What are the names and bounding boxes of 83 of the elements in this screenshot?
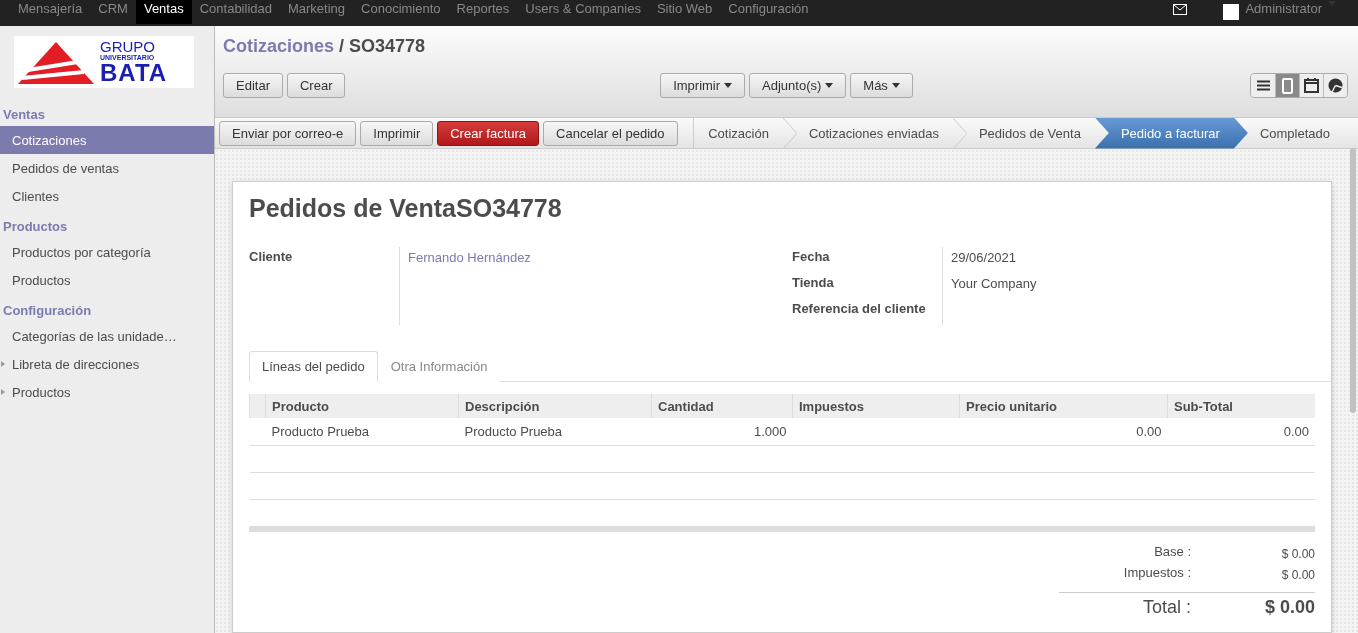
- top-menu-item[interactable]: CRM: [90, 0, 136, 24]
- top-menu-item[interactable]: Reportes: [448, 0, 518, 24]
- sidebar-item[interactable]: Productos: [0, 378, 214, 406]
- field-label: Referencia del cliente: [792, 300, 927, 318]
- top-menu-item[interactable]: Mensajería: [10, 0, 91, 24]
- total-label: Impuestos :: [1122, 564, 1192, 582]
- top-menu-item[interactable]: Configuración: [720, 0, 817, 24]
- top-menu-item[interactable]: Contabilidad: [191, 0, 280, 24]
- sidebar-section-title: Productos: [2, 218, 69, 236]
- user-menu[interactable]: Administrator: [1223, 0, 1336, 20]
- status-stage[interactable]: Cotización: [694, 117, 783, 149]
- top-menu-item[interactable]: Conocimiento: [353, 0, 449, 24]
- dropdown-button[interactable]: Más: [850, 73, 913, 98]
- sidebar-item[interactable]: Cotizaciones: [0, 126, 214, 154]
- status-stage[interactable]: Pedido a facturar: [1094, 117, 1248, 149]
- top-menu-item[interactable]: Ventas: [135, 0, 192, 24]
- total-value: $ 0.00: [1280, 545, 1315, 561]
- view-switch-button[interactable]: [1251, 74, 1275, 97]
- page-icon: [1282, 77, 1293, 94]
- column-header[interactable]: Sub-Total: [1167, 394, 1315, 418]
- status-stage[interactable]: Pedidos de Venta: [952, 117, 1095, 149]
- expand-icon: [1, 389, 5, 395]
- column-header[interactable]: Descripción: [458, 394, 652, 418]
- customer-link[interactable]: Fernando Hernández: [408, 250, 531, 265]
- workflow-button[interactable]: Crear factura: [437, 120, 540, 146]
- action-button[interactable]: Crear: [286, 73, 346, 98]
- field-label: Fecha: [792, 248, 831, 266]
- grand-total-label: Total :: [1141, 596, 1192, 618]
- logo-text: BATA: [100, 61, 168, 85]
- scrollbar[interactable]: [1350, 148, 1356, 413]
- workflow-button[interactable]: Imprimir: [360, 120, 434, 146]
- status-stage[interactable]: Cotizaciones enviadas: [782, 117, 953, 149]
- column-header[interactable]: Cantidad: [651, 394, 793, 418]
- expand-icon: [1, 361, 5, 367]
- dropdown-button[interactable]: Adjunto(s): [749, 73, 847, 98]
- view-switch-button[interactable]: [1275, 74, 1299, 97]
- sidebar-item[interactable]: Productos por categoría: [0, 238, 214, 266]
- breadcrumb-separator: /: [339, 36, 345, 57]
- caret-icon: [891, 83, 900, 88]
- tab[interactable]: Líneas del pedido: [249, 351, 378, 382]
- list-icon: [1256, 80, 1270, 91]
- column-header[interactable]: Impuestos: [792, 394, 960, 418]
- field-label: Cliente: [249, 248, 294, 266]
- table-cell: 0.00: [1136, 423, 1162, 439]
- workflow-button[interactable]: Enviar por correo-e: [219, 120, 357, 146]
- field-value: Your Company: [951, 276, 1037, 291]
- breadcrumb-current: SO34778: [349, 36, 426, 57]
- sidebar-item[interactable]: Clientes: [0, 182, 214, 210]
- workflow-button[interactable]: Cancelar el pedido: [543, 120, 678, 146]
- sidebar-item[interactable]: Categorías de las unidade…: [0, 322, 214, 350]
- total-label: Base :: [1153, 543, 1192, 561]
- calendar-icon: [1304, 78, 1319, 93]
- top-menu-item[interactable]: Users & Companies: [517, 0, 649, 24]
- sidebar-section-title: Configuración: [2, 302, 93, 320]
- action-button[interactable]: Editar: [223, 73, 283, 98]
- sidebar-item[interactable]: Libreta de direcciones: [0, 350, 214, 378]
- breadcrumb-link[interactable]: Cotizaciones: [223, 36, 335, 57]
- dropdown-button[interactable]: Imprimir: [660, 73, 746, 98]
- sidebar-section-title: Ventas: [2, 106, 46, 124]
- field-label: Tienda: [792, 274, 835, 292]
- sidebar-item[interactable]: Productos: [0, 266, 214, 294]
- view-switch-button[interactable]: [1323, 74, 1347, 97]
- top-menu-item[interactable]: Marketing: [279, 0, 354, 24]
- pie-chart-icon: [1328, 78, 1343, 93]
- caret-icon: [724, 83, 733, 88]
- column-header[interactable]: Precio unitario: [959, 394, 1168, 418]
- table-cell: Producto Prueba: [271, 423, 370, 439]
- logo-text: GRUPO: [100, 39, 156, 54]
- table-cell: 1.000: [753, 423, 787, 439]
- logo-triangle-icon: [18, 40, 94, 84]
- view-switch-button[interactable]: [1299, 74, 1323, 97]
- total-value: $ 0.00: [1280, 566, 1315, 582]
- table-cell: Producto Prueba: [464, 423, 563, 439]
- grand-total-value: $ 0.00: [1263, 596, 1315, 618]
- form-title: Pedidos de VentaSO34778: [249, 194, 563, 223]
- field-value: 29/06/2021: [951, 250, 1017, 265]
- avatar-icon: [1223, 4, 1240, 20]
- top-menu-item[interactable]: Sitio Web: [648, 0, 721, 24]
- mail-icon[interactable]: [1173, 4, 1188, 15]
- column-header[interactable]: Producto: [265, 394, 459, 418]
- caret-icon: [825, 83, 834, 88]
- sidebar-item[interactable]: Pedidos de ventas: [0, 154, 214, 182]
- table-cell: 0.00: [1283, 423, 1309, 439]
